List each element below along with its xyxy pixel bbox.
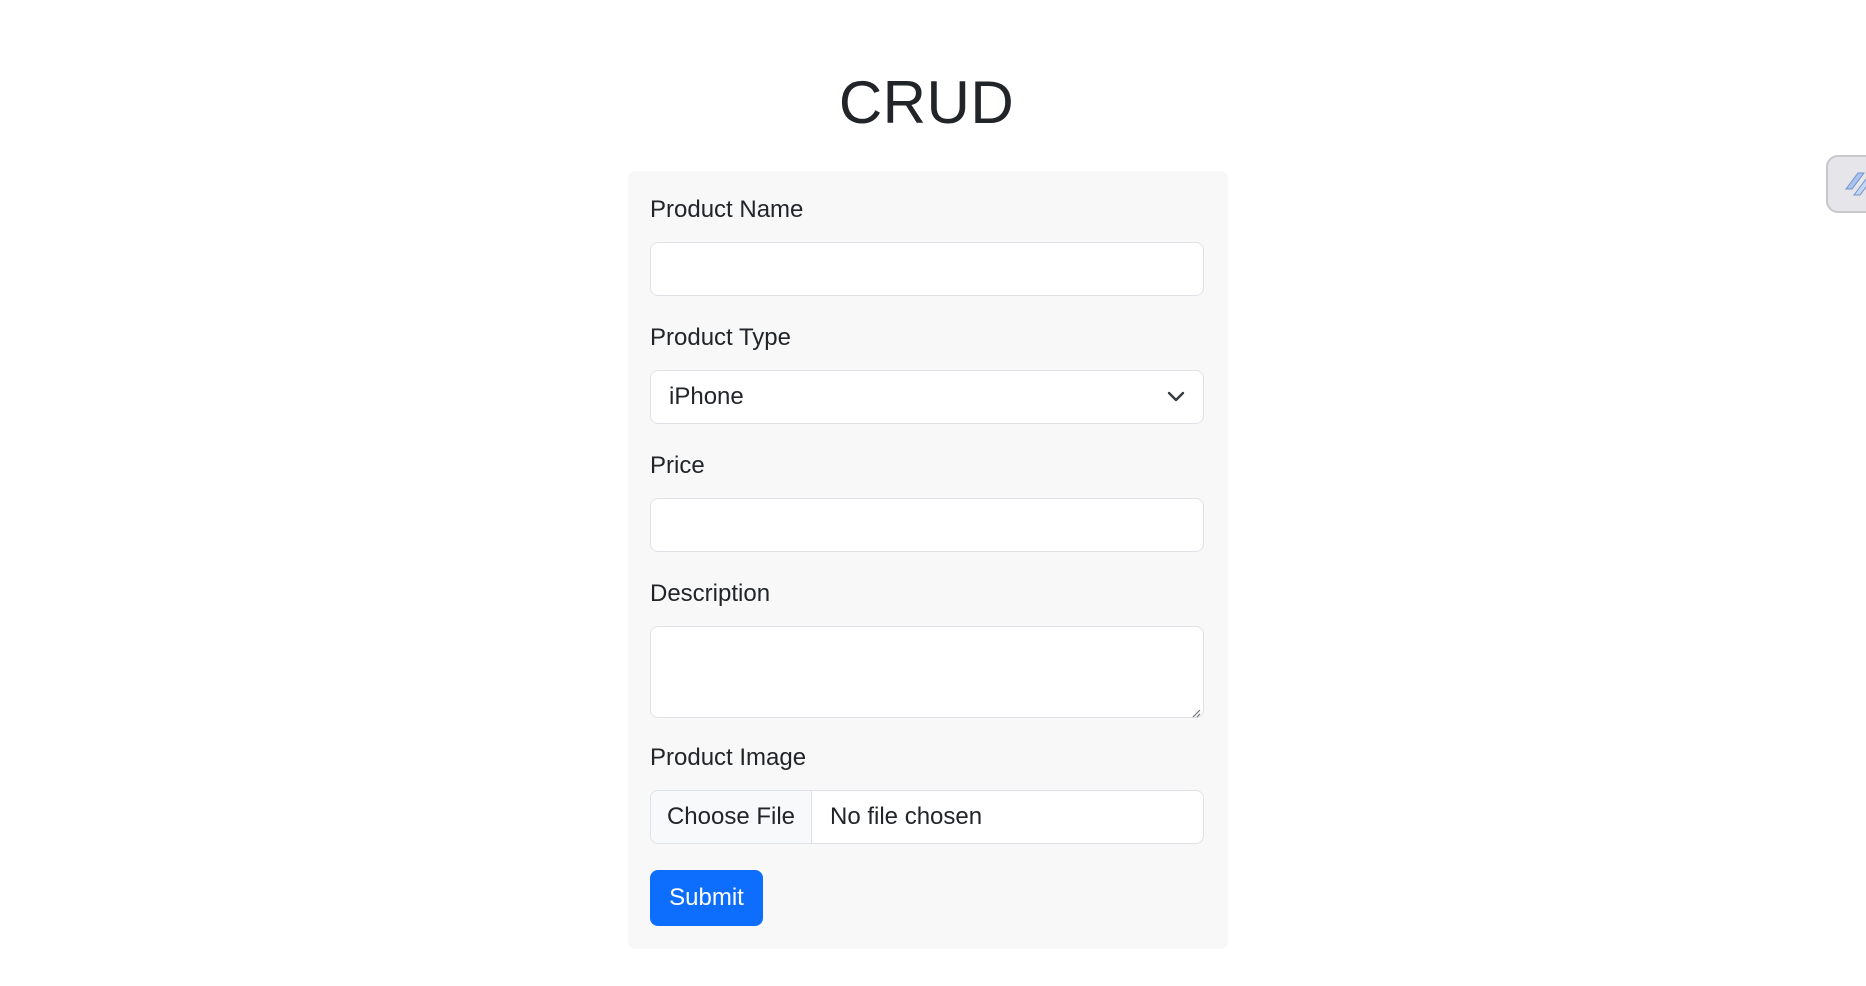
submit-button[interactable]: Submit [650,870,763,926]
price-input[interactable] [650,498,1204,552]
page-title: CRUD [838,69,1015,136]
description-wrapper [650,626,1204,718]
product-image-label: Product Image [650,744,807,771]
product-type-select[interactable]: iPhone [650,370,1204,424]
extension-icon [1842,169,1866,204]
product-image-file-input[interactable]: Choose File No file chosen [650,790,1204,844]
file-status-text: No file chosen [830,803,983,830]
description-label: Description [650,580,771,607]
product-name-label: Product Name [650,196,804,223]
product-type-label: Product Type [650,324,791,351]
choose-file-button[interactable]: Choose File [651,791,812,843]
product-name-input[interactable] [650,242,1204,296]
product-type-selected-value: iPhone [669,383,744,410]
description-textarea[interactable] [650,626,1204,718]
product-form: Product Name Product Type iPhone Price D… [628,171,1228,949]
price-label: Price [650,452,705,479]
side-extension-widget[interactable] [1826,155,1866,213]
chevron-down-icon [1167,391,1185,403]
resize-grip-icon[interactable] [1191,705,1201,718]
